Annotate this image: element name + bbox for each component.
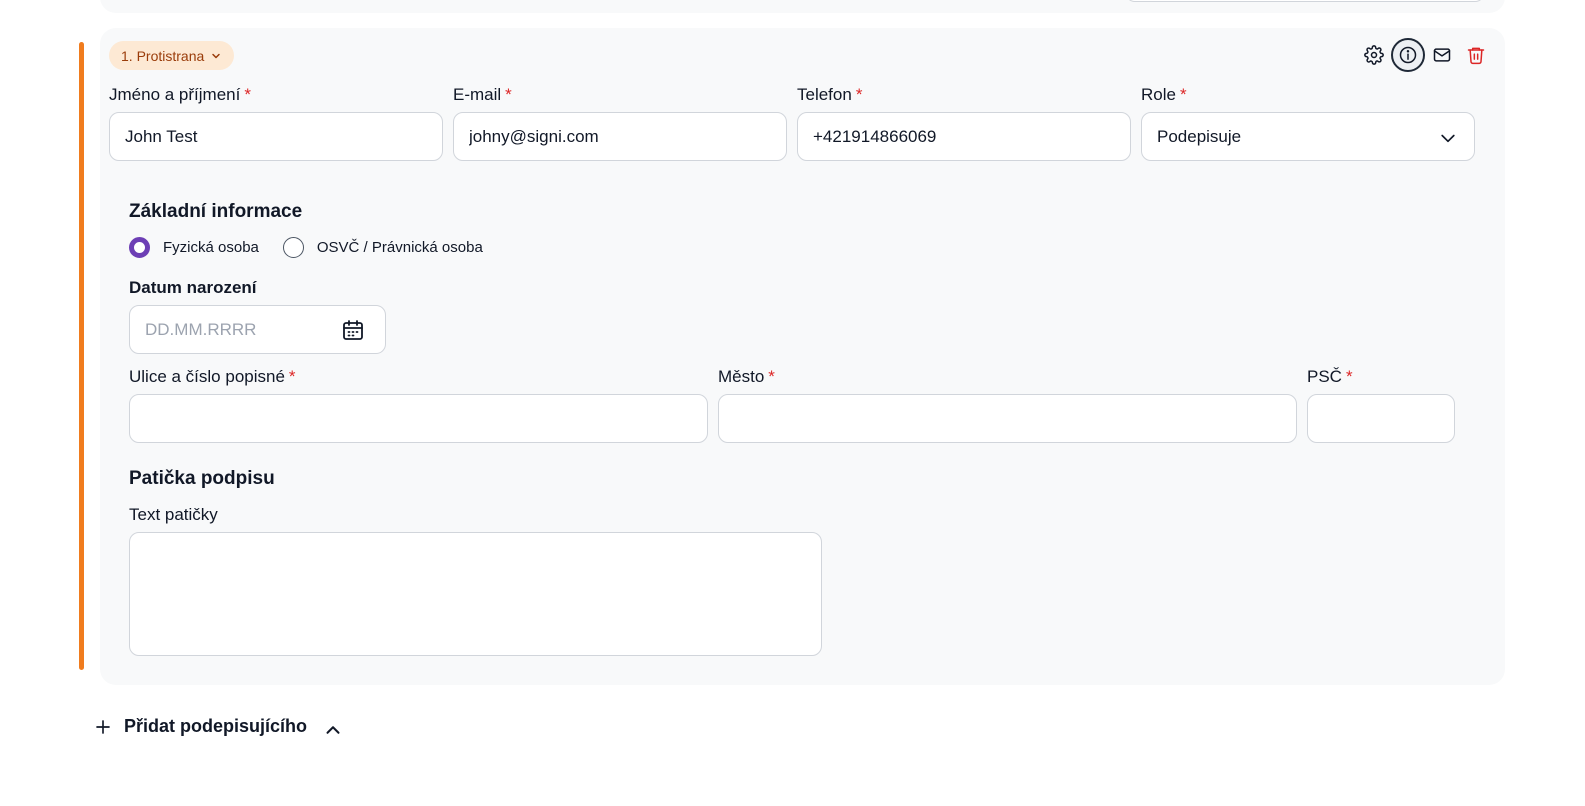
name-input[interactable]: [125, 126, 427, 147]
radio-legal-person[interactable]: OSVČ / Právnická osoba: [282, 237, 483, 258]
role-select[interactable]: Podepisuje: [1141, 112, 1475, 161]
phone-input[interactable]: [813, 126, 1115, 147]
chevron-down-icon: [212, 53, 221, 58]
settings-button[interactable]: [1357, 38, 1391, 72]
radio-checked-indicator[interactable]: [129, 237, 150, 258]
birth-date-label: Datum narození: [129, 278, 257, 297]
previous-card-field[interactable]: [1125, 0, 1485, 2]
signer-card: 1. Protistrana Jméno a příjmení * E-mail…: [100, 28, 1505, 685]
email-input[interactable]: [469, 126, 771, 147]
radio-legal-person-label: OSVČ / Právnická osoba: [316, 239, 483, 256]
zip-input[interactable]: [1323, 408, 1439, 429]
gear-icon: [1364, 45, 1384, 65]
footer-text-label: Text patičky: [129, 505, 218, 524]
calendar-icon[interactable]: [341, 318, 365, 342]
add-signer-button[interactable]: Přidat podepisujícího: [94, 716, 307, 737]
trash-icon: [1467, 47, 1485, 65]
phone-field[interactable]: [797, 112, 1131, 161]
info-button[interactable]: [1391, 38, 1425, 72]
name-field[interactable]: [109, 112, 443, 161]
signer-accent-bar: [79, 42, 84, 670]
plus-icon: [96, 719, 110, 734]
delete-button[interactable]: [1459, 38, 1493, 72]
role-selected-value: Podepisuje: [1157, 126, 1242, 146]
signer-badge-label: 1. Protistrana: [121, 47, 205, 64]
radio-unchecked-indicator[interactable]: [282, 237, 304, 258]
birth-date-field[interactable]: [129, 305, 386, 354]
city-field[interactable]: [718, 394, 1297, 443]
radio-natural-person-label: Fyzická osoba: [163, 239, 259, 256]
city-label: Město *: [718, 367, 775, 386]
zip-label: PSČ *: [1307, 367, 1353, 386]
signature-footer-title: Patička podpisu: [129, 468, 275, 489]
role-label: Role *: [1141, 85, 1187, 104]
street-label: Ulice a číslo popisné *: [129, 367, 296, 386]
person-type-radio-group: Fyzická osoba OSVČ / Právnická osoba: [129, 237, 483, 258]
mail-button[interactable]: [1425, 38, 1459, 72]
phone-label: Telefon *: [797, 85, 863, 104]
mail-icon: [1433, 48, 1451, 62]
zip-field[interactable]: [1307, 394, 1455, 443]
chevron-up-icon[interactable]: [322, 719, 344, 741]
footer-text-area[interactable]: [129, 532, 822, 656]
name-label: Jméno a příjmení *: [109, 85, 251, 104]
street-field[interactable]: [129, 394, 708, 443]
signer-actions: [1357, 38, 1493, 72]
email-field[interactable]: [453, 112, 787, 161]
previous-signer-card: [100, 0, 1505, 13]
city-input[interactable]: [734, 408, 1281, 429]
info-icon: [1399, 46, 1417, 64]
chevron-down-icon: [1441, 134, 1455, 143]
signer-badge-dropdown[interactable]: 1. Protistrana: [109, 41, 235, 70]
add-signer-label: Přidat podepisujícího: [124, 716, 308, 736]
basic-info-title: Základní informace: [129, 201, 303, 222]
radio-natural-person[interactable]: Fyzická osoba: [129, 237, 259, 258]
street-input[interactable]: [145, 408, 692, 429]
email-label: E-mail *: [453, 85, 512, 104]
birth-date-input[interactable]: [145, 319, 370, 340]
